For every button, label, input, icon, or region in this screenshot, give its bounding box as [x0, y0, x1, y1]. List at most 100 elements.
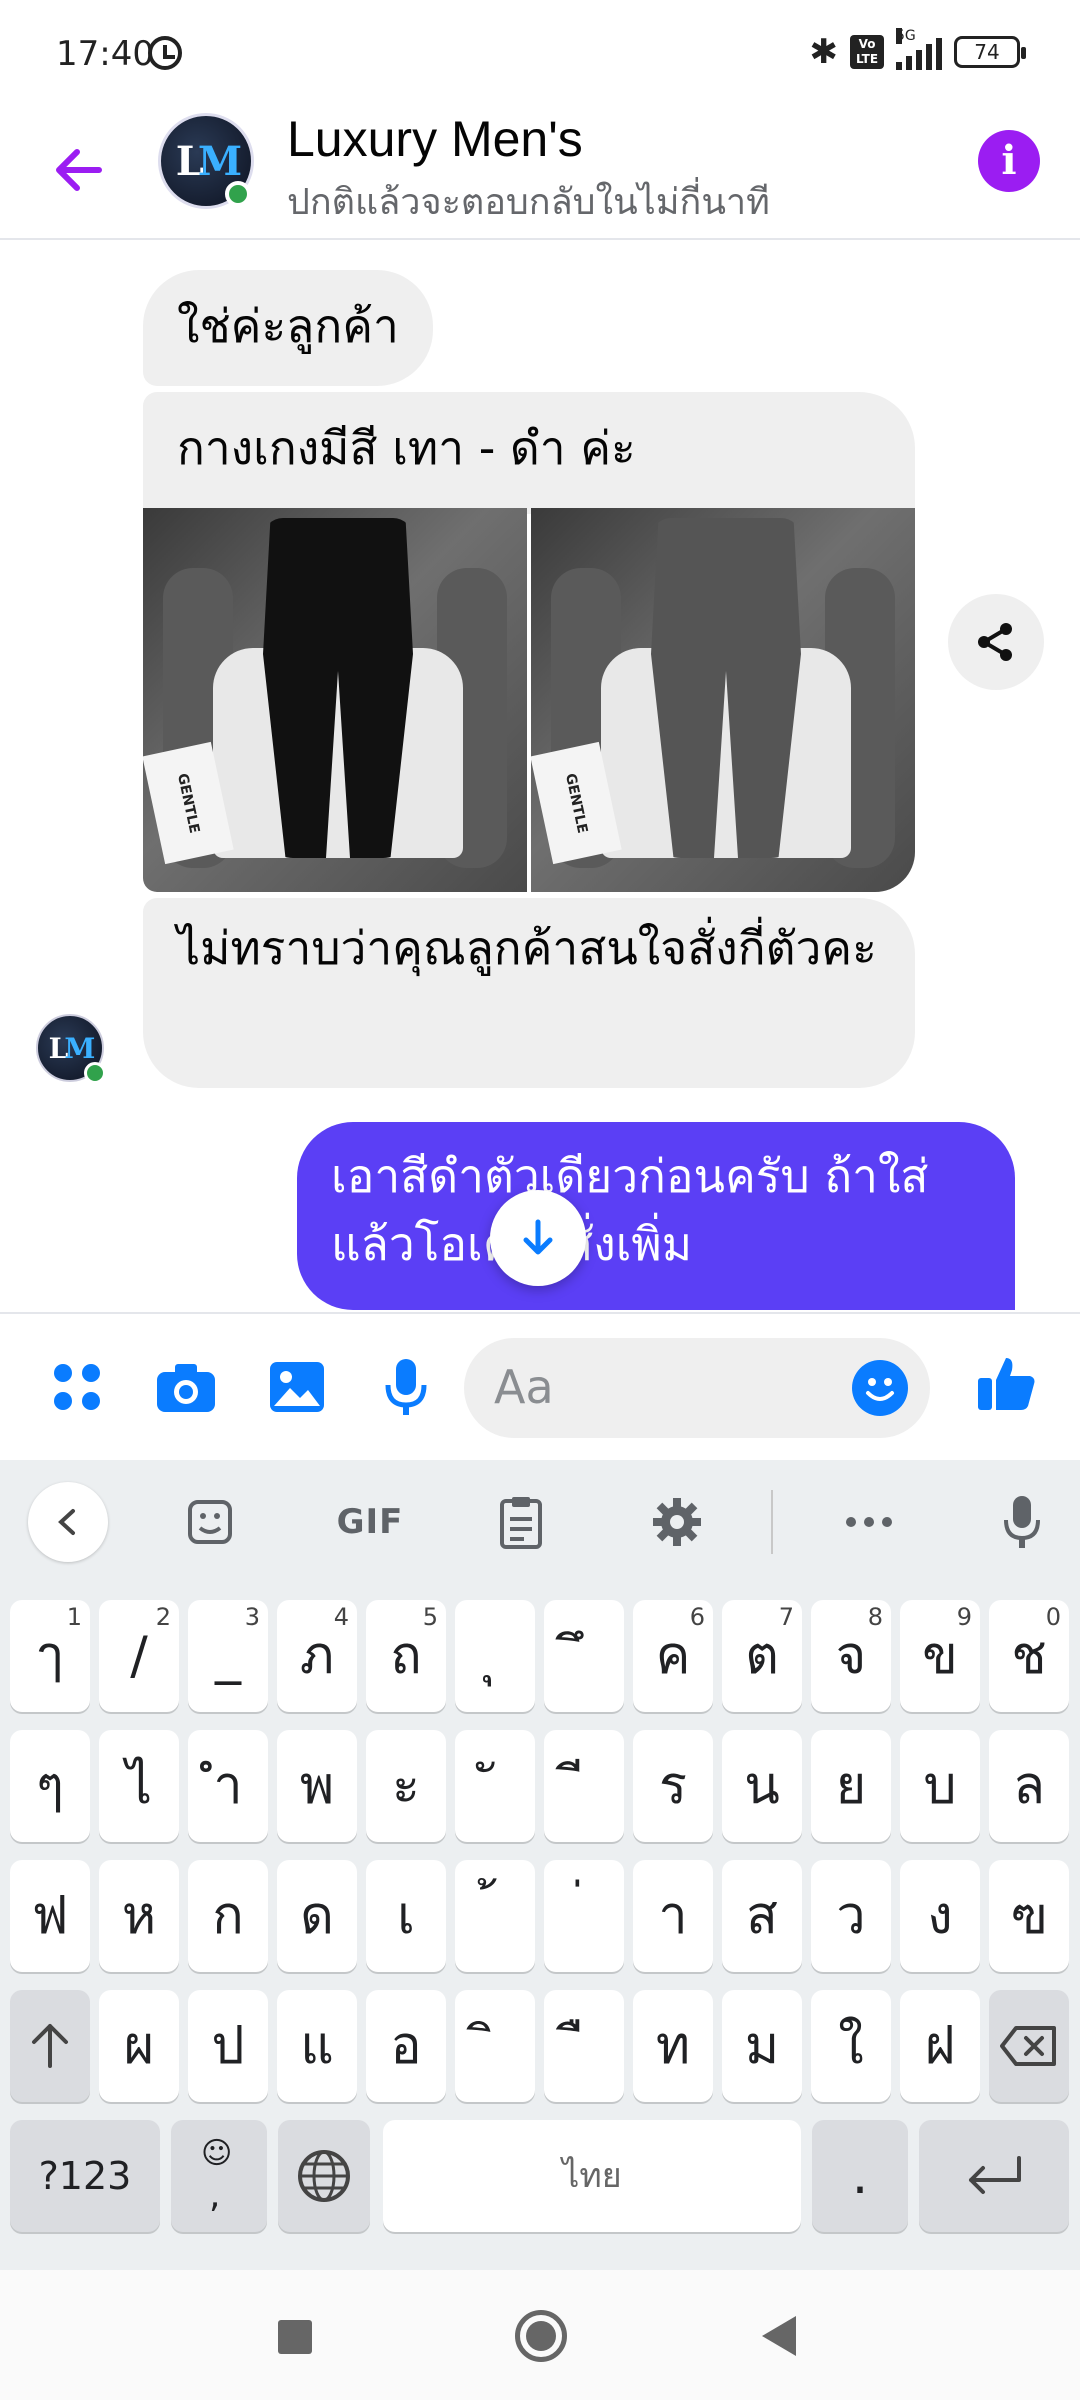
- key[interactable]: บ: [900, 1730, 980, 1842]
- space-key[interactable]: ไทย: [383, 2120, 801, 2232]
- key[interactable]: ั: [455, 1730, 535, 1842]
- message-bubble-received[interactable]: ไม่ทราบว่าคุณลูกค้าสนใจสั่งกี่ตัวคะ: [143, 898, 915, 1088]
- key[interactable]: ด: [277, 1860, 357, 1972]
- gallery-icon[interactable]: [264, 1354, 330, 1420]
- emoji-comma-key[interactable]: ☺ ,: [171, 2120, 267, 2232]
- message-bubble-sent[interactable]: เอาสีดำตัวเดียวก่อนครับ ถ้าใส่แล้วโอเคจะ…: [297, 1122, 1015, 1310]
- language-key[interactable]: [278, 2120, 370, 2232]
- sticker-icon[interactable]: [170, 1482, 250, 1562]
- key[interactable]: ป: [188, 1990, 268, 2102]
- message-bubble-received[interactable]: กางเกงมีสี เทา - ดำ ค่ะ: [143, 392, 915, 514]
- key-row-2: ๆ ไ ำ พ ะ ั ี ร น ย บ ล: [0, 1730, 1080, 1860]
- key[interactable]: ใ: [811, 1990, 891, 2102]
- key[interactable]: ่: [544, 1860, 624, 1972]
- keyboard: GIF ๅ1 /2 _3 ภ4 ถ5 ุ ึ ค6 ต7 จ8 ข9 ช0 ๆ …: [0, 1460, 1080, 2270]
- key[interactable]: เ: [366, 1860, 446, 1972]
- message-placeholder: Aa: [494, 1360, 554, 1414]
- key[interactable]: อ: [366, 1990, 446, 2102]
- key[interactable]: ต7: [722, 1600, 802, 1712]
- shift-key[interactable]: [10, 1990, 90, 2102]
- key[interactable]: ส: [722, 1860, 802, 1972]
- key[interactable]: พ: [277, 1730, 357, 1842]
- backspace-key[interactable]: [989, 1990, 1069, 2102]
- key[interactable]: ก: [188, 1860, 268, 1972]
- status-bar: 17:40 ✱ Vo LTE 5G 74: [0, 0, 1080, 105]
- microphone-icon[interactable]: [982, 1482, 1062, 1562]
- message-input[interactable]: Aa: [464, 1338, 930, 1438]
- contact-name[interactable]: Luxury Men's: [287, 110, 583, 168]
- gif-button[interactable]: GIF: [320, 1482, 420, 1562]
- key[interactable]: ฝ: [900, 1990, 980, 2102]
- key[interactable]: /2: [99, 1600, 179, 1712]
- key[interactable]: ฟ: [10, 1860, 90, 1972]
- photo-grey-pants[interactable]: GENTLE: [531, 508, 915, 892]
- key[interactable]: ผ: [99, 1990, 179, 2102]
- key[interactable]: ย: [811, 1730, 891, 1842]
- bluetooth-icon: ✱: [809, 32, 839, 72]
- key[interactable]: ๆ: [10, 1730, 90, 1842]
- key[interactable]: น: [722, 1730, 802, 1842]
- back-chevron-icon[interactable]: [28, 1482, 108, 1562]
- enter-key[interactable]: [919, 2120, 1069, 2232]
- message-composer: Aa: [0, 1312, 1080, 1458]
- key[interactable]: ร: [633, 1730, 713, 1842]
- status-icons: ✱ Vo LTE 5G 74: [809, 28, 1026, 72]
- microphone-icon[interactable]: [373, 1354, 439, 1420]
- key[interactable]: ึ: [544, 1600, 624, 1712]
- emoji-icon[interactable]: [852, 1360, 908, 1416]
- key[interactable]: ฃ: [989, 1860, 1069, 1972]
- key[interactable]: ว: [811, 1860, 891, 1972]
- key-row-4: ผ ป แ อ ิ ื ท ม ใ ฝ: [0, 1990, 1080, 2120]
- info-icon[interactable]: i: [978, 130, 1040, 192]
- gear-icon[interactable]: [637, 1482, 717, 1562]
- network-type: 5G: [896, 28, 916, 44]
- key[interactable]: า: [633, 1860, 713, 1972]
- key[interactable]: ะ: [366, 1730, 446, 1842]
- more-icon[interactable]: [829, 1482, 909, 1562]
- key[interactable]: ข9: [900, 1600, 980, 1712]
- home-icon[interactable]: [515, 2310, 567, 2362]
- key[interactable]: ี: [544, 1730, 624, 1842]
- photo-black-pants[interactable]: GENTLE: [143, 508, 527, 892]
- avatar-logo: LM: [48, 1031, 96, 1065]
- share-icon[interactable]: [948, 594, 1044, 690]
- photo-attachment-group[interactable]: GENTLE GENTLE: [143, 508, 915, 892]
- key[interactable]: ถ5: [366, 1600, 446, 1712]
- scroll-to-bottom-button[interactable]: [490, 1190, 586, 1286]
- recents-icon[interactable]: [278, 2320, 312, 2354]
- key[interactable]: ำ: [188, 1730, 268, 1842]
- key[interactable]: ล: [989, 1730, 1069, 1842]
- thumbs-up-icon[interactable]: [974, 1350, 1040, 1416]
- key[interactable]: แ: [277, 1990, 357, 2102]
- key[interactable]: ง: [900, 1860, 980, 1972]
- key[interactable]: ม: [722, 1990, 802, 2102]
- camera-icon[interactable]: [153, 1354, 219, 1420]
- key[interactable]: ื: [544, 1990, 624, 2102]
- key[interactable]: ้: [455, 1860, 535, 1972]
- key[interactable]: ท: [633, 1990, 713, 2102]
- key[interactable]: ค6: [633, 1600, 713, 1712]
- key[interactable]: ห: [99, 1860, 179, 1972]
- system-back-icon[interactable]: [762, 2316, 796, 2356]
- alarm-icon: [148, 36, 182, 70]
- back-arrow-icon[interactable]: [44, 135, 114, 205]
- online-indicator: [84, 1062, 106, 1084]
- key[interactable]: ิ: [455, 1990, 535, 2102]
- keyboard-toolbar: GIF: [0, 1460, 1080, 1585]
- clipboard-icon[interactable]: [481, 1482, 561, 1562]
- key[interactable]: ช0: [989, 1600, 1069, 1712]
- message-list[interactable]: ใช่ค่ะลูกค้า กางเกงมีสี เทา - ดำ ค่ะ GEN…: [0, 242, 1080, 1310]
- key[interactable]: ไ: [99, 1730, 179, 1842]
- key[interactable]: ุ: [455, 1600, 535, 1712]
- apps-icon[interactable]: [44, 1354, 110, 1420]
- backspace-icon: [1000, 2026, 1056, 2066]
- key-row-3: ฟ ห ก ด เ ้ ่ า ส ว ง ฃ: [0, 1860, 1080, 1990]
- period-key[interactable]: .: [812, 2120, 908, 2232]
- symbols-key[interactable]: ?123: [10, 2120, 160, 2232]
- key[interactable]: จ8: [811, 1600, 891, 1712]
- message-bubble-received[interactable]: ใช่ค่ะลูกค้า: [143, 270, 433, 386]
- key[interactable]: ๅ1: [10, 1600, 90, 1712]
- key[interactable]: _ 3: [188, 1600, 268, 1712]
- key[interactable]: ภ4: [277, 1600, 357, 1712]
- gif-label: GIF: [336, 1502, 404, 1542]
